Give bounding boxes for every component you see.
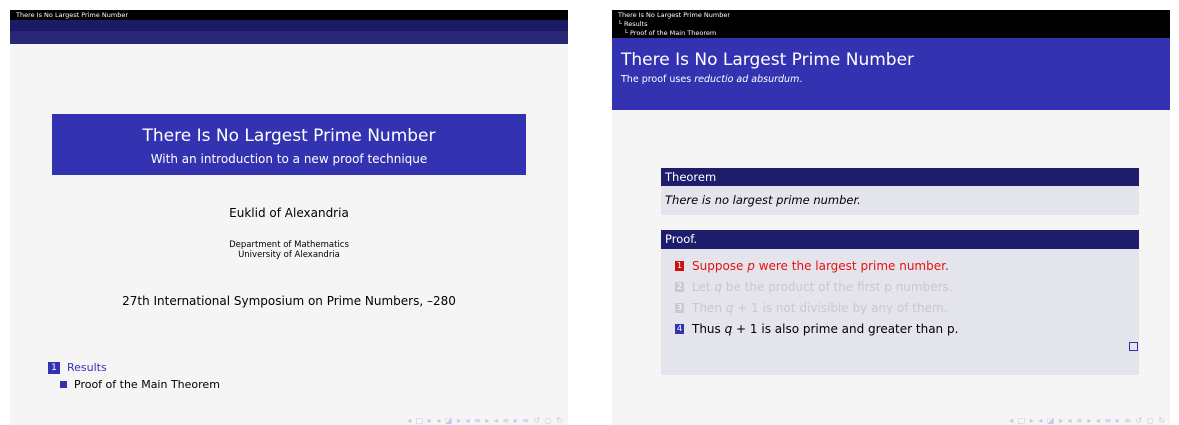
title-block: There Is No Largest Prime Number With an… (52, 114, 526, 175)
header-title: There Is No Largest Prime Number (10, 10, 568, 20)
toc-section-results[interactable]: 1 Results (48, 361, 220, 374)
table-of-contents: 1 Results Proof of the Main Theorem (48, 361, 220, 391)
frame-subtitle-prefix: The proof uses (621, 74, 695, 85)
title-slide: There Is No Largest Prime Number There I… (10, 10, 568, 425)
theorem-block-title: Theorem (661, 168, 1139, 186)
step-number: 3 (675, 302, 684, 313)
header-navigation: There Is No Largest Prime Number └ Resul… (612, 10, 1170, 38)
date: 27th International Symposium on Prime Nu… (122, 294, 456, 308)
frame-subtitle-suffix: . (799, 74, 803, 85)
square-bullet-icon (60, 381, 67, 388)
proof-step: 1 Suppose p were the largest prime numbe… (675, 255, 1139, 276)
step-text: Suppose p were the largest prime number. (692, 258, 949, 273)
proof-step: 3 Then q + 1 is not divisible by any of … (675, 297, 1139, 318)
toc-subsection-label: Proof of the Main Theorem (74, 378, 220, 391)
step-text: Let q be the product of the first p numb… (692, 279, 953, 294)
nav-section[interactable]: └ Results (618, 20, 647, 28)
institute-university: University of Alexandria (238, 250, 340, 260)
navigation-symbols[interactable]: ◂ □ ▸ ◂ ◪ ▸ ◂ ≡ ▸ ◂ ≡ ▸ ≡ ↺ ○ ↻ (407, 416, 564, 425)
header-band (10, 20, 568, 31)
header-band-secondary (10, 31, 568, 44)
frame-subtitle: The proof uses reductio ad absurdum. (621, 74, 802, 85)
navigation-symbols[interactable]: ◂ □ ▸ ◂ ◪ ▸ ◂ ≡ ▸ ◂ ≡ ▸ ≡ ↺ ○ ↻ (1009, 416, 1166, 425)
proof-slide: There Is No Largest Prime Number └ Resul… (612, 10, 1170, 425)
qed-square-icon (1129, 342, 1138, 351)
frame-subtitle-emphasis: reductio ad absurdum (694, 74, 800, 85)
proof-step: 4 Thus q + 1 is also prime and greater t… (675, 318, 1139, 339)
presentation-subtitle: With an introduction to a new proof tech… (150, 152, 428, 166)
step-number: 2 (675, 281, 684, 292)
frame-title: There Is No Largest Prime Number (621, 50, 915, 70)
proof-block-title: Proof. (661, 230, 1139, 249)
step-text: Thus q + 1 is also prime and greater tha… (692, 321, 959, 336)
toc-section-label: Results (67, 361, 107, 374)
nav-presentation-title[interactable]: There Is No Largest Prime Number (618, 11, 730, 19)
step-text: Then q + 1 is not divisible by any of th… (692, 300, 948, 315)
institute-department: Department of Mathematics (229, 240, 349, 250)
presentation-title: There Is No Largest Prime Number (142, 126, 436, 146)
proof-block-body: 1 Suppose p were the largest prime numbe… (661, 249, 1139, 375)
frame-title-band: There Is No Largest Prime Number The pro… (612, 38, 1170, 110)
author: Euklid of Alexandria (229, 206, 349, 220)
institute: Department of Mathematics University of … (10, 240, 568, 260)
nav-subsection[interactable]: └ Proof of the Main Theorem (624, 29, 716, 37)
step-number: 1 (675, 260, 684, 271)
theorem-block-body: There is no largest prime number. (661, 186, 1139, 215)
step-number: 4 (675, 323, 684, 334)
proof-step: 2 Let q be the product of the first p nu… (675, 276, 1139, 297)
toc-subsection-proof[interactable]: Proof of the Main Theorem (60, 378, 220, 391)
toc-section-number: 1 (48, 361, 60, 374)
